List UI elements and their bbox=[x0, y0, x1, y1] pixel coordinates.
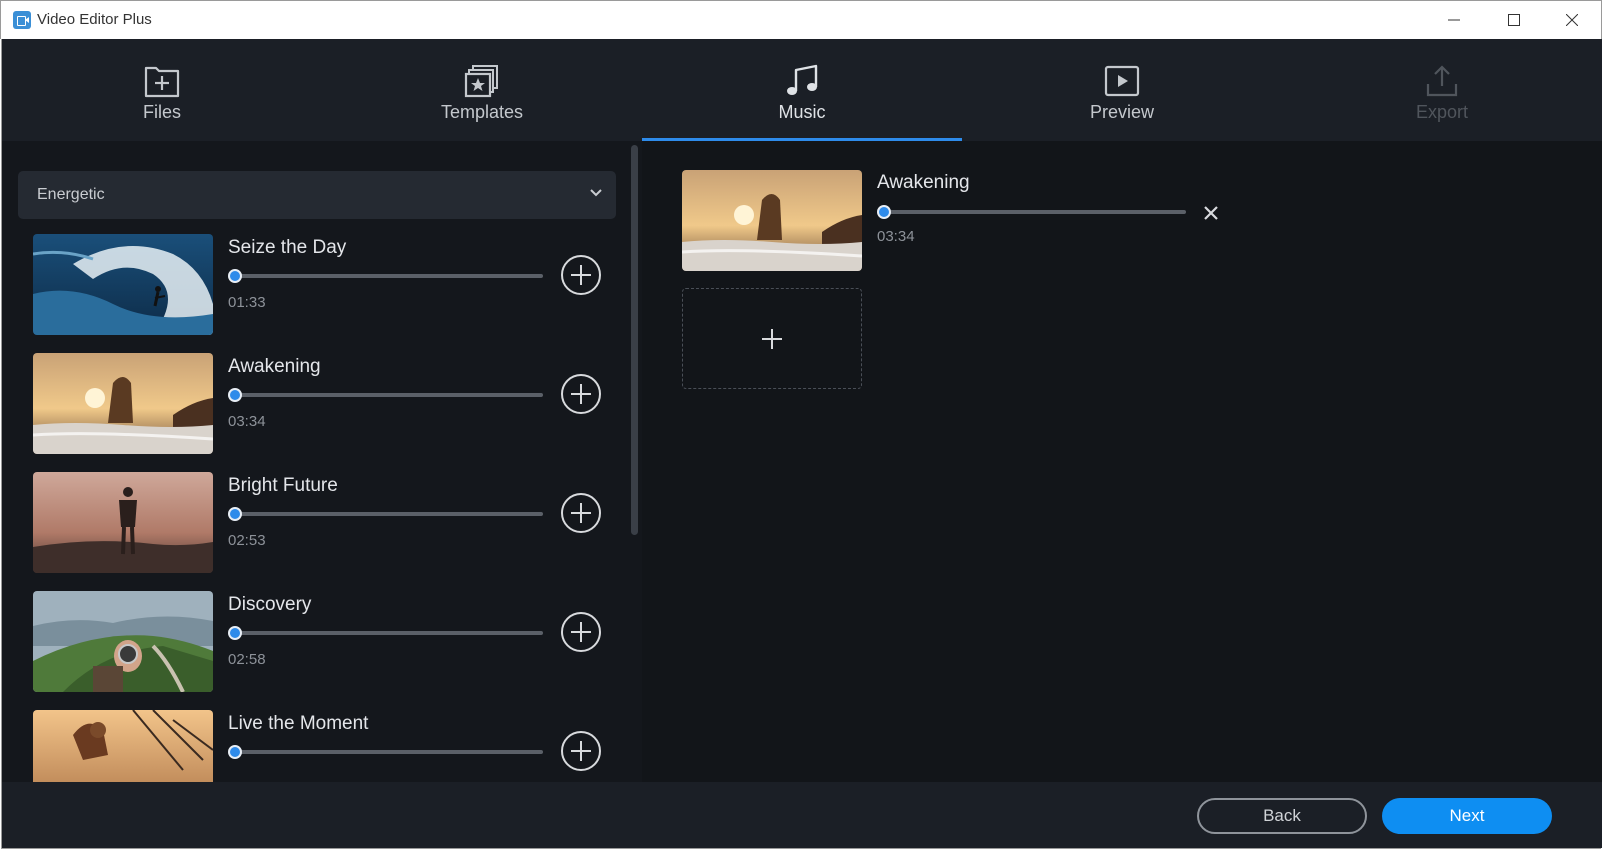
slider-knob[interactable] bbox=[228, 745, 242, 759]
remove-track-button[interactable] bbox=[1202, 204, 1220, 222]
track-duration: 02:58 bbox=[228, 651, 266, 668]
track-progress-slider[interactable] bbox=[228, 745, 546, 759]
track-progress-slider[interactable] bbox=[228, 626, 546, 640]
add-track-button[interactable] bbox=[561, 374, 601, 414]
track-thumbnail bbox=[33, 353, 213, 454]
selected-track-slider[interactable] bbox=[877, 205, 1189, 219]
slider-knob[interactable] bbox=[228, 269, 242, 283]
maximize-button[interactable] bbox=[1491, 5, 1537, 35]
slider-knob[interactable] bbox=[877, 205, 891, 219]
genre-dropdown[interactable]: Energetic bbox=[18, 171, 616, 219]
slider-rail bbox=[230, 512, 543, 516]
slider-rail bbox=[230, 750, 543, 754]
tab-preview-label: Preview bbox=[1089, 102, 1155, 122]
track-duration: 02:53 bbox=[228, 532, 266, 549]
slider-rail bbox=[230, 393, 543, 397]
track-progress-slider[interactable] bbox=[228, 507, 546, 521]
track-thumbnail bbox=[33, 234, 213, 335]
slider-knob[interactable] bbox=[228, 388, 242, 402]
track-progress-slider[interactable] bbox=[228, 269, 546, 283]
folder-plus-icon bbox=[144, 66, 180, 98]
maximize-icon bbox=[1508, 14, 1520, 26]
track-thumbnail bbox=[33, 472, 213, 573]
track-name: Bright Future bbox=[228, 475, 338, 496]
slider-rail bbox=[230, 631, 543, 635]
app-camera-icon bbox=[13, 11, 31, 29]
add-track-button[interactable] bbox=[561, 493, 601, 533]
footer-bar: Back Next bbox=[2, 782, 1602, 848]
genre-dropdown-value: Energetic bbox=[37, 186, 105, 203]
tab-preview[interactable]: Preview bbox=[962, 39, 1282, 141]
list-item[interactable]: Live the Moment bbox=[33, 710, 623, 782]
selected-music-panel: Awakening 03:34 bbox=[642, 141, 1602, 782]
list-item[interactable]: Discovery 02:58 bbox=[33, 591, 623, 693]
templates-star-icon bbox=[464, 65, 498, 98]
next-button[interactable]: Next bbox=[1382, 798, 1552, 834]
play-icon bbox=[1104, 65, 1140, 97]
close-button[interactable] bbox=[1549, 5, 1595, 35]
slider-knob[interactable] bbox=[228, 507, 242, 521]
export-icon bbox=[1426, 65, 1458, 97]
track-name: Discovery bbox=[228, 594, 312, 615]
tab-files[interactable]: Files bbox=[2, 39, 322, 141]
slider-rail bbox=[230, 274, 543, 278]
tab-templates[interactable]: Templates bbox=[322, 39, 642, 141]
close-icon bbox=[1204, 206, 1218, 220]
add-track-button[interactable] bbox=[561, 731, 601, 771]
music-library-panel: Energetic Seize the Day 01:33 Awakening … bbox=[2, 141, 642, 782]
tab-files-label: Files bbox=[142, 102, 181, 122]
slider-knob[interactable] bbox=[228, 626, 242, 640]
tab-templates-label: Templates bbox=[440, 102, 524, 122]
track-duration: 03:34 bbox=[228, 413, 266, 430]
track-name: Awakening bbox=[228, 356, 321, 377]
selected-track-thumbnail bbox=[682, 170, 862, 271]
back-button[interactable]: Back bbox=[1197, 798, 1367, 834]
slider-rail bbox=[879, 210, 1186, 214]
app-window: Files Templates Music Preview Export Ene… bbox=[1, 39, 1602, 849]
track-duration: 01:33 bbox=[228, 294, 266, 311]
add-track-button[interactable] bbox=[561, 255, 601, 295]
library-scrollbar[interactable] bbox=[631, 145, 638, 535]
chevron-down-icon bbox=[590, 189, 602, 197]
track-thumbnail bbox=[33, 710, 213, 782]
list-item[interactable]: Bright Future 02:53 bbox=[33, 472, 623, 574]
selected-track-name: Awakening bbox=[877, 172, 970, 193]
window-titlebar: Video Editor Plus bbox=[0, 0, 1602, 39]
step-navigation: Files Templates Music Preview Export bbox=[2, 39, 1602, 141]
list-item[interactable]: Awakening 03:34 bbox=[33, 353, 623, 455]
list-item[interactable]: Seize the Day 01:33 bbox=[33, 234, 623, 336]
add-track-button[interactable] bbox=[561, 612, 601, 652]
tab-export-label: Export bbox=[1415, 102, 1469, 122]
music-note-icon bbox=[787, 64, 818, 95]
minimize-button[interactable] bbox=[1431, 5, 1477, 35]
track-progress-slider[interactable] bbox=[228, 388, 546, 402]
selected-track: Awakening 03:34 bbox=[682, 170, 1242, 272]
tab-music-label: Music bbox=[778, 102, 826, 122]
track-name: Live the Moment bbox=[228, 713, 369, 734]
tab-export[interactable]: Export bbox=[1282, 39, 1602, 141]
window-title: Video Editor Plus bbox=[37, 11, 152, 28]
track-name: Seize the Day bbox=[228, 237, 347, 258]
minimize-icon bbox=[1448, 19, 1460, 21]
tab-music[interactable]: Music bbox=[642, 39, 962, 141]
close-icon bbox=[1566, 14, 1578, 26]
add-music-slot[interactable] bbox=[682, 288, 862, 389]
track-thumbnail bbox=[33, 591, 213, 692]
selected-track-duration: 03:34 bbox=[877, 228, 915, 245]
